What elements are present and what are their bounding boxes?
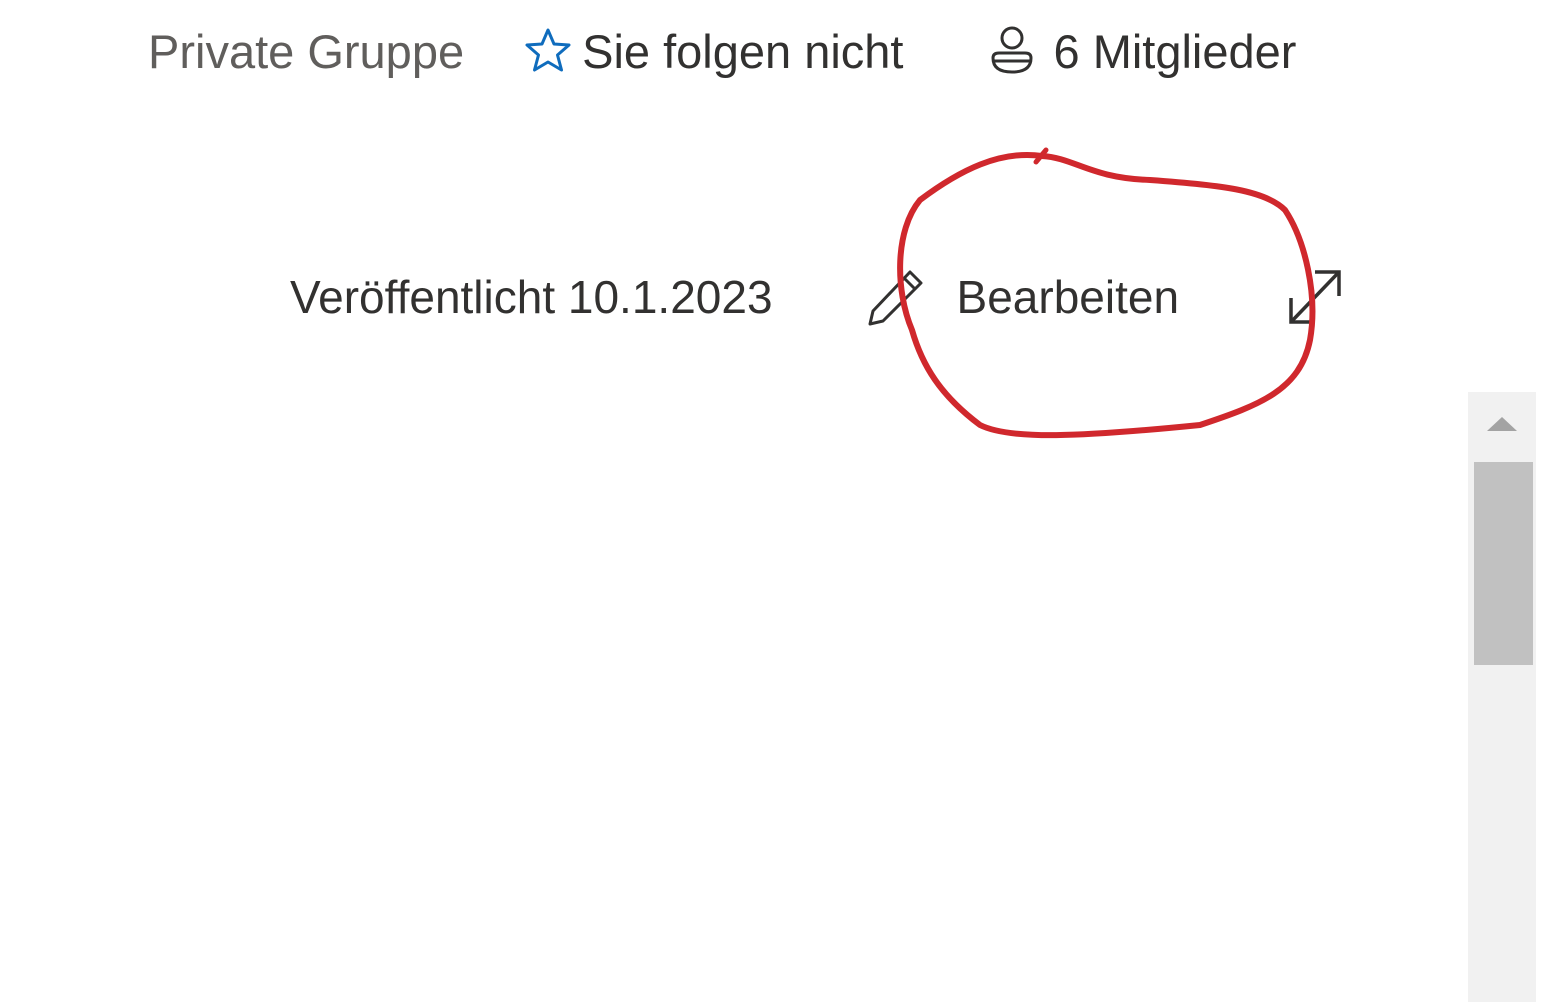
person-icon	[986, 25, 1038, 77]
members-button[interactable]: 6 Mitglieder	[986, 24, 1297, 79]
pencil-icon	[865, 266, 927, 328]
privacy-label: Private Gruppe	[148, 24, 465, 78]
group-header: Private Gruppe Sie folgen nicht 6 Mitgli…	[148, 18, 1296, 84]
hand-drawn-circle-annotation	[897, 147, 1316, 439]
edit-label: Bearbeiten	[956, 271, 1180, 323]
follow-label: Sie folgen nicht	[582, 24, 904, 78]
page-meta-bar: Veröffentlicht 10.1.2023 Bearbeiten	[290, 262, 1345, 332]
expand-diagonal-icon[interactable]	[1285, 266, 1345, 328]
triangle-up-icon	[1485, 415, 1519, 438]
page-root: Private Gruppe Sie folgen nicht 6 Mitgli…	[0, 0, 1556, 1002]
follow-button[interactable]: Sie folgen nicht	[522, 24, 904, 79]
scroll-thumb[interactable]	[1474, 462, 1533, 665]
vertical-scrollbar[interactable]	[1468, 392, 1536, 1002]
members-label: 6 Mitglieder	[1053, 24, 1297, 78]
scroll-up-button[interactable]	[1468, 392, 1536, 460]
edit-button[interactable]: Bearbeiten	[865, 266, 1180, 328]
star-outline-icon	[522, 26, 574, 76]
published-label: Veröffentlicht 10.1.2023	[290, 271, 773, 323]
